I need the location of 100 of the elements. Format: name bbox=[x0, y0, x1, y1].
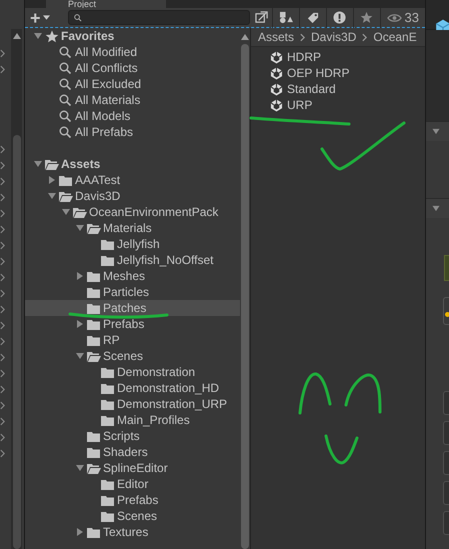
open-folder-icon bbox=[87, 350, 101, 362]
tree-item[interactable]: Demonstration bbox=[25, 364, 240, 380]
folder-icon bbox=[87, 430, 101, 442]
component-header[interactable] bbox=[426, 121, 449, 141]
folder-icon bbox=[101, 478, 115, 490]
tree-item[interactable]: Shaders bbox=[25, 444, 240, 460]
asset-item[interactable]: OEP HDRP bbox=[270, 65, 425, 81]
folder-icon bbox=[87, 446, 101, 458]
folder-icon bbox=[101, 238, 115, 250]
open-folder-icon bbox=[87, 222, 101, 234]
shapes-icon[interactable] bbox=[278, 11, 293, 24]
folder-icon bbox=[87, 334, 101, 346]
tree-item[interactable]: All Prefabs bbox=[25, 124, 240, 140]
open-folder-icon bbox=[87, 462, 101, 474]
star-icon[interactable] bbox=[360, 11, 374, 24]
expanded-arrow-icon[interactable] bbox=[76, 224, 84, 232]
tree-item[interactable]: Jellyfish_NoOffset bbox=[25, 252, 240, 268]
tree-item[interactable]: All Materials bbox=[25, 92, 240, 108]
folder-icon bbox=[101, 414, 115, 426]
folder-icon bbox=[101, 398, 115, 410]
folder-icon bbox=[87, 302, 101, 314]
add-button[interactable]: + bbox=[25, 8, 54, 28]
tree-item[interactable]: Prefabs bbox=[25, 492, 240, 508]
scrollbar-thumb[interactable] bbox=[241, 44, 249, 549]
breadcrumb-item[interactable]: Assets bbox=[258, 30, 294, 44]
tree-item[interactable]: SplineEditor bbox=[25, 460, 240, 476]
folder-icon bbox=[87, 526, 101, 538]
tree-item[interactable]: Scripts bbox=[25, 428, 240, 444]
chevron-icon bbox=[300, 32, 306, 42]
tree-item[interactable]: Scenes bbox=[25, 348, 240, 364]
expanded-arrow-icon[interactable] bbox=[76, 352, 84, 360]
eye-icon bbox=[386, 12, 402, 22]
tree-item[interactable]: OceanEnvironmentPack bbox=[25, 204, 240, 220]
tree-item[interactable]: Prefabs bbox=[25, 316, 240, 332]
folder-icon bbox=[101, 366, 115, 378]
open-folder-icon bbox=[73, 206, 87, 218]
open-folder-icon bbox=[45, 158, 59, 170]
search-field[interactable] bbox=[68, 10, 250, 25]
scroll-up-icon[interactable] bbox=[12, 33, 20, 39]
tree-item[interactable]: All Modified bbox=[25, 44, 240, 60]
panel-tab[interactable]: Project bbox=[46, 0, 166, 8]
expanded-arrow-icon[interactable] bbox=[34, 160, 42, 168]
tree-item[interactable]: All Excluded bbox=[25, 76, 240, 92]
expanded-arrow-icon[interactable] bbox=[432, 128, 440, 135]
tree-item[interactable]: Favorites bbox=[25, 28, 240, 44]
search-icon bbox=[59, 78, 73, 90]
expanded-arrow-icon[interactable] bbox=[432, 205, 440, 212]
tree-item[interactable]: Editor bbox=[25, 476, 240, 492]
expanded-arrow-icon[interactable] bbox=[62, 208, 70, 216]
folder-icon bbox=[87, 270, 101, 282]
tree-item[interactable]: Main_Profiles bbox=[25, 412, 240, 428]
window-icon[interactable] bbox=[254, 11, 269, 24]
folder-icon bbox=[101, 510, 115, 522]
tag-icon[interactable] bbox=[306, 11, 320, 24]
search-icon bbox=[59, 62, 73, 74]
collapsed-arrow-icon[interactable] bbox=[76, 528, 84, 536]
tree-item[interactable]: Patches bbox=[25, 300, 240, 316]
tree-item[interactable]: Textures bbox=[25, 524, 240, 540]
tree-item[interactable]: Meshes bbox=[25, 268, 240, 284]
collapsed-arrow-icon[interactable] bbox=[48, 176, 56, 184]
tree-item[interactable]: Davis3D bbox=[25, 188, 240, 204]
caret-icon bbox=[42, 15, 50, 20]
tree-item[interactable]: AAATest bbox=[25, 172, 240, 188]
tree-item[interactable]: All Models bbox=[25, 108, 240, 124]
cube-icon bbox=[270, 98, 283, 112]
warning-icon[interactable] bbox=[332, 11, 347, 24]
expanded-arrow-icon[interactable] bbox=[76, 464, 84, 472]
tree-item[interactable]: RP bbox=[25, 332, 240, 348]
folder-icon bbox=[101, 494, 115, 506]
asset-item[interactable]: HDRP bbox=[270, 49, 425, 65]
scrollbar-thumb[interactable] bbox=[12, 135, 20, 549]
collapsed-arrow-icon[interactable] bbox=[76, 320, 84, 328]
expanded-arrow-icon[interactable] bbox=[34, 32, 42, 40]
tree-item[interactable]: Scenes bbox=[25, 508, 240, 524]
cube-icon bbox=[270, 66, 283, 80]
tree-item[interactable]: All Conflicts bbox=[25, 60, 240, 76]
scroll-up-icon[interactable] bbox=[241, 34, 249, 40]
asset-item[interactable]: URP bbox=[270, 97, 425, 113]
tree-item[interactable]: Assets bbox=[25, 156, 240, 172]
search-icon bbox=[59, 110, 73, 122]
tree-item[interactable]: Particles bbox=[25, 284, 240, 300]
tree-item[interactable]: Materials bbox=[25, 220, 240, 236]
chevron-icon bbox=[362, 32, 368, 42]
tree-item[interactable]: Jellyfish bbox=[25, 236, 240, 252]
breadcrumb-item[interactable]: OceanE bbox=[373, 30, 417, 44]
folder-icon bbox=[59, 174, 73, 186]
cube-icon bbox=[270, 50, 283, 64]
component-header[interactable] bbox=[426, 198, 449, 218]
folder-icon bbox=[101, 382, 115, 394]
open-folder-icon bbox=[59, 190, 73, 202]
search-icon bbox=[74, 14, 82, 22]
search-icon bbox=[59, 126, 73, 138]
asset-item[interactable]: Standard bbox=[270, 81, 425, 97]
tree-item[interactable]: Demonstration_HD bbox=[25, 380, 240, 396]
search-icon bbox=[59, 46, 73, 58]
search-icon bbox=[59, 94, 73, 106]
expanded-arrow-icon[interactable] bbox=[48, 192, 56, 200]
breadcrumb-item[interactable]: Davis3D bbox=[311, 30, 356, 44]
collapsed-arrow-icon[interactable] bbox=[76, 272, 84, 280]
tree-item[interactable]: Demonstration_URP bbox=[25, 396, 240, 412]
